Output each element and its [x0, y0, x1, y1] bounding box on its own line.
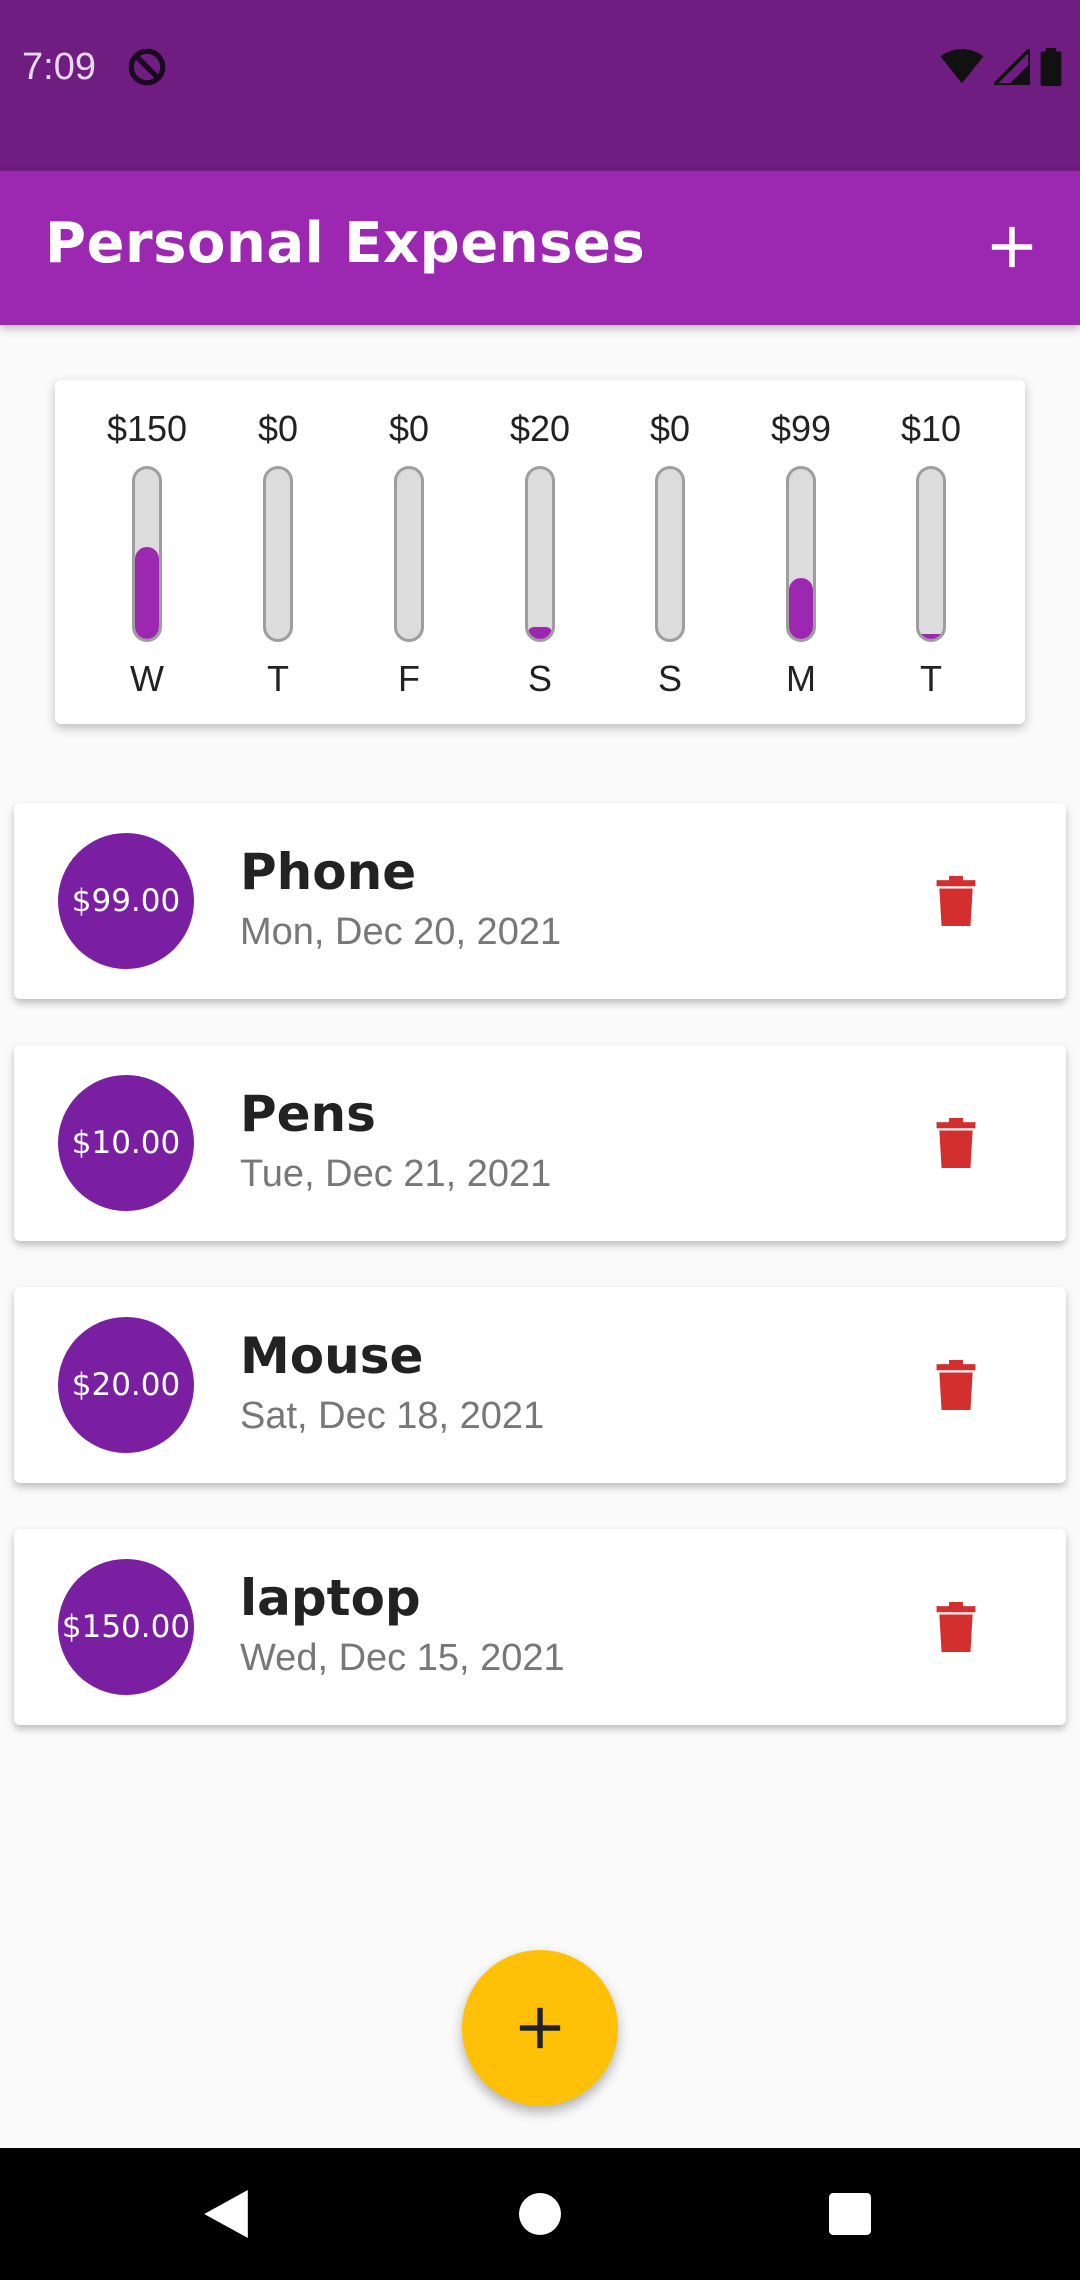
transaction-date: Sat, Dec 18, 2021	[240, 1395, 545, 1437]
bar-amount: $0	[257, 408, 299, 449]
chart-bar: $0 S	[615, 380, 725, 724]
add-transaction-button[interactable]	[974, 209, 1050, 285]
bar-day: S	[527, 658, 552, 699]
plus-icon	[519, 2007, 561, 2049]
transaction-date: Mon, Dec 20, 2021	[240, 911, 562, 953]
bar-fill	[789, 577, 813, 639]
status-icons	[940, 46, 1062, 88]
add-fab-button[interactable]	[462, 1950, 618, 2106]
bar-track	[655, 466, 685, 642]
trash-icon	[936, 1360, 976, 1410]
transaction-title: laptop	[240, 1569, 421, 1627]
bar-day: M	[786, 658, 816, 699]
bar-track	[525, 466, 555, 642]
transaction-title: Mouse	[240, 1327, 424, 1385]
back-button[interactable]	[194, 2182, 258, 2246]
chart-bar: $99 M	[746, 380, 856, 724]
bar-amount: $0	[649, 408, 691, 449]
wifi-icon	[940, 49, 984, 84]
delete-button[interactable]	[926, 871, 986, 931]
bar-fill	[528, 627, 552, 639]
amount-avatar: $99.00	[58, 833, 194, 969]
back-icon	[204, 2190, 248, 2238]
chart-bar: $150 W	[92, 380, 202, 724]
battery-icon	[1040, 48, 1062, 86]
bar-track	[916, 466, 946, 642]
bar-amount: $0	[388, 408, 430, 449]
trash-icon	[936, 876, 976, 926]
signal-icon	[994, 49, 1030, 85]
bar-amount: $99	[770, 408, 832, 449]
bar-amount: $10	[900, 408, 962, 449]
trash-icon	[936, 1602, 976, 1652]
chart-bar: $10 T	[876, 380, 986, 724]
plus-icon	[991, 226, 1033, 268]
delete-button[interactable]	[926, 1597, 986, 1657]
status-bar: 7:09	[0, 0, 1080, 171]
amount-avatar: $20.00	[58, 1317, 194, 1453]
bar-fill	[135, 547, 159, 639]
bar-day: F	[398, 658, 420, 699]
bar-day: T	[920, 658, 942, 699]
transaction-card: $99.00 Phone Mon, Dec 20, 2021	[14, 803, 1066, 999]
bar-day: T	[267, 658, 289, 699]
recents-icon	[829, 2193, 871, 2235]
bar-track	[263, 466, 293, 642]
bar-amount: $150	[106, 408, 188, 449]
trash-icon	[936, 1118, 976, 1168]
bar-day: W	[130, 658, 164, 699]
recents-button[interactable]	[818, 2182, 882, 2246]
transaction-date: Wed, Dec 15, 2021	[240, 1637, 565, 1679]
transaction-card: $150.00 laptop Wed, Dec 15, 2021	[14, 1529, 1066, 1725]
system-nav-bar	[0, 2148, 1080, 2280]
app-title: Personal Expenses	[45, 211, 646, 276]
transaction-card: $10.00 Pens Tue, Dec 21, 2021	[14, 1045, 1066, 1241]
bar-amount: $20	[509, 408, 571, 449]
home-button[interactable]	[508, 2182, 572, 2246]
bar-track	[394, 466, 424, 642]
bar-track	[132, 466, 162, 642]
bar-track	[786, 466, 816, 642]
bar-day: S	[657, 658, 682, 699]
chart-bar: $20 S	[485, 380, 595, 724]
transaction-date: Tue, Dec 21, 2021	[240, 1153, 552, 1195]
status-time: 7:09	[22, 46, 96, 88]
weekly-chart: $150 W $0 T $0 F $20 S $0 S $99 M $10 T	[55, 380, 1025, 724]
amount-avatar: $10.00	[58, 1075, 194, 1211]
delete-button[interactable]	[926, 1355, 986, 1415]
bar-fill	[919, 633, 943, 639]
transaction-title: Phone	[240, 843, 417, 901]
transaction-title: Pens	[240, 1085, 376, 1143]
delete-button[interactable]	[926, 1113, 986, 1173]
app-bar: Personal Expenses	[0, 171, 1080, 325]
chart-bar: $0 T	[223, 380, 333, 724]
amount-avatar: $150.00	[58, 1559, 194, 1695]
do-not-disturb-icon	[128, 48, 166, 86]
chart-bar: $0 F	[354, 380, 464, 724]
transaction-card: $20.00 Mouse Sat, Dec 18, 2021	[14, 1287, 1066, 1483]
home-icon	[519, 2193, 561, 2235]
